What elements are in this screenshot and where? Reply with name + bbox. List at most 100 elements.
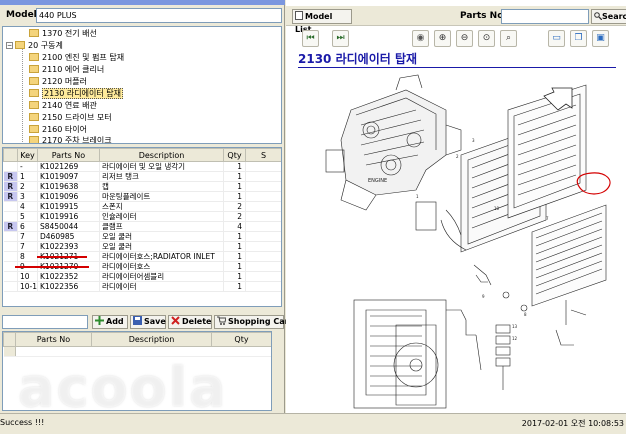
tree-item[interactable]: 2140 연료 배관	[29, 100, 97, 111]
row-key: 2	[17, 181, 38, 192]
save-image-icon[interactable]: ▣	[592, 30, 609, 47]
parts-row[interactable]: 5 K1019916 인슐레이터 2	[3, 211, 281, 222]
cart-table[interactable]: Parts No Description Qty	[2, 331, 272, 411]
model-list-button[interactable]: Model List	[292, 9, 352, 34]
row-s	[245, 191, 281, 202]
parts-no-search-input[interactable]	[501, 9, 589, 24]
col-s[interactable]: S	[245, 148, 281, 162]
folder-icon	[29, 52, 39, 61]
category-tree[interactable]: 1370 전기 배선 −20 구동계 2100 엔진 및 펌프 탑재 2110 …	[2, 26, 282, 144]
search-button[interactable]: Search	[591, 9, 626, 24]
row-parts-no: S8450044	[37, 221, 100, 232]
cart-col-description[interactable]: Description	[91, 332, 212, 347]
parts-row[interactable]: - K1021269 라디에이터 및 오일 냉각기 1	[3, 161, 281, 172]
row-description: 라디에이터호스;RADIATOR INLET	[99, 251, 224, 262]
parts-row[interactable]: 4 K1019915 스폰지 2	[3, 201, 281, 212]
parts-row[interactable]: R 3 K1019096 마운팅플레이트 1	[3, 191, 281, 202]
row-description: 오일 쿨러	[99, 241, 224, 252]
cart-input[interactable]	[2, 315, 88, 329]
row-mark	[3, 201, 18, 212]
row-description: 라디에이터호스	[99, 261, 224, 272]
row-mark: R	[3, 181, 18, 192]
tree-item[interactable]: 2160 타이어	[29, 124, 87, 135]
row-key: 1	[17, 171, 38, 182]
col-description[interactable]: Description	[99, 148, 224, 162]
parts-row[interactable]: 10-1 K1022356 라디에이터 1	[3, 281, 281, 292]
tree-item[interactable]: 2170 주차 브레이크	[29, 135, 112, 143]
status-message: Success !!!	[0, 418, 45, 427]
row-parts-no: K1022352	[37, 271, 100, 282]
tree-item-group[interactable]: −20 구동계	[6, 40, 63, 51]
row-qty: 1	[223, 231, 246, 242]
row-key: 7	[17, 241, 38, 252]
svg-text:10: 10	[494, 206, 500, 211]
folder-icon	[29, 88, 39, 97]
zoom-area-icon[interactable]: ⌕	[500, 30, 517, 47]
folder-icon	[29, 64, 39, 73]
tree-connector	[22, 49, 23, 143]
model-row: Model	[2, 8, 282, 24]
row-key: 6	[17, 221, 38, 232]
row-s	[245, 221, 281, 232]
tree-item[interactable]: 2100 엔진 및 펌프 탑재	[29, 52, 124, 63]
parts-row[interactable]: R 6 S8450044 클램프 4	[3, 221, 281, 232]
row-description: 마운팅플레이트	[99, 191, 224, 202]
row-parts-no: K1019915	[37, 201, 100, 212]
print-icon[interactable]: ▭	[548, 30, 565, 47]
last-page-icon[interactable]: ⏭	[332, 30, 349, 47]
col-qty[interactable]: Qty	[223, 148, 246, 162]
cart-col-parts-no[interactable]: Parts No	[15, 332, 92, 347]
shopping-cart-button[interactable]: Shopping Cart	[214, 315, 292, 329]
tree-item[interactable]: 2150 드라이브 모터	[29, 112, 112, 123]
parts-row[interactable]: R 1 K1019097 리저브 탱크 1	[3, 171, 281, 182]
tree-item-selected[interactable]: 2130 라디에이터 탑재	[29, 88, 123, 99]
list-icon	[295, 11, 303, 20]
save-button[interactable]: Save	[130, 315, 166, 329]
row-qty: 1	[223, 191, 246, 202]
parts-row[interactable]: R 2 K1019638 캡 1	[3, 181, 281, 192]
svg-text:13: 13	[512, 324, 518, 329]
zoom-fit-icon[interactable]: ⊙	[478, 30, 495, 47]
row-parts-no: K1022356	[37, 281, 100, 292]
annotation-underline	[37, 256, 87, 258]
app-window: Model 1370 전기 배선 −20 구동계 2100 엔진 및 펌프 탑재…	[0, 0, 626, 434]
zoom-out-icon[interactable]: ⊖	[456, 30, 473, 47]
cart-col-blank	[3, 332, 16, 347]
row-description: 라디에이터어셈블리	[99, 271, 224, 282]
row-mark: R	[3, 191, 18, 202]
row-key: 8	[17, 251, 38, 262]
svg-text:2: 2	[456, 154, 459, 159]
copy-icon[interactable]: ❐	[570, 30, 587, 47]
delete-button[interactable]: Delete	[168, 315, 212, 329]
parts-row[interactable]: 10 K1022352 라디에이터어셈블리 1	[3, 271, 281, 282]
annotation-underline	[15, 266, 89, 268]
cart-col-qty[interactable]: Qty	[211, 332, 271, 347]
first-page-icon[interactable]: ⏮	[302, 30, 319, 47]
row-s	[245, 201, 281, 212]
tree-item[interactable]: 2110 에어 클리너	[29, 64, 104, 75]
model-label: Model	[6, 10, 37, 20]
col-parts-no[interactable]: Parts No	[37, 148, 100, 162]
parts-row[interactable]: 7 K1022393 오일 쿨러 1	[3, 241, 281, 252]
collapse-icon[interactable]: −	[6, 42, 13, 49]
search-icon	[594, 11, 603, 20]
parts-diagram[interactable]: ENGINE 2 3 10 7 8 1 9 13 12	[296, 70, 626, 410]
zoom-in-icon[interactable]: ⊕	[434, 30, 451, 47]
cart-row[interactable]	[3, 346, 271, 357]
model-field[interactable]	[36, 8, 282, 23]
tree-item[interactable]: 1370 전기 배선	[29, 28, 97, 39]
row-mark	[3, 251, 18, 262]
plus-icon	[95, 316, 104, 325]
home-icon[interactable]: ◉	[412, 30, 429, 47]
col-key[interactable]: Key	[17, 148, 38, 162]
row-key: -	[17, 161, 38, 172]
svg-text:12: 12	[512, 336, 518, 341]
tree-item[interactable]: 2120 머플러	[29, 76, 87, 87]
parts-grid[interactable]: Key Parts No Description Qty S - K1021269…	[2, 147, 282, 307]
add-button[interactable]: Add	[92, 315, 128, 329]
parts-row[interactable]: 7 D460985 오일 쿨러 1	[3, 231, 281, 242]
status-bar: Success !!! 2017-02-01 오전 10:08:53	[0, 413, 626, 434]
folder-open-icon	[15, 40, 25, 49]
row-description: 리저브 탱크	[99, 171, 224, 182]
action-bar: Add Save Delete Shopping Cart	[2, 315, 292, 329]
